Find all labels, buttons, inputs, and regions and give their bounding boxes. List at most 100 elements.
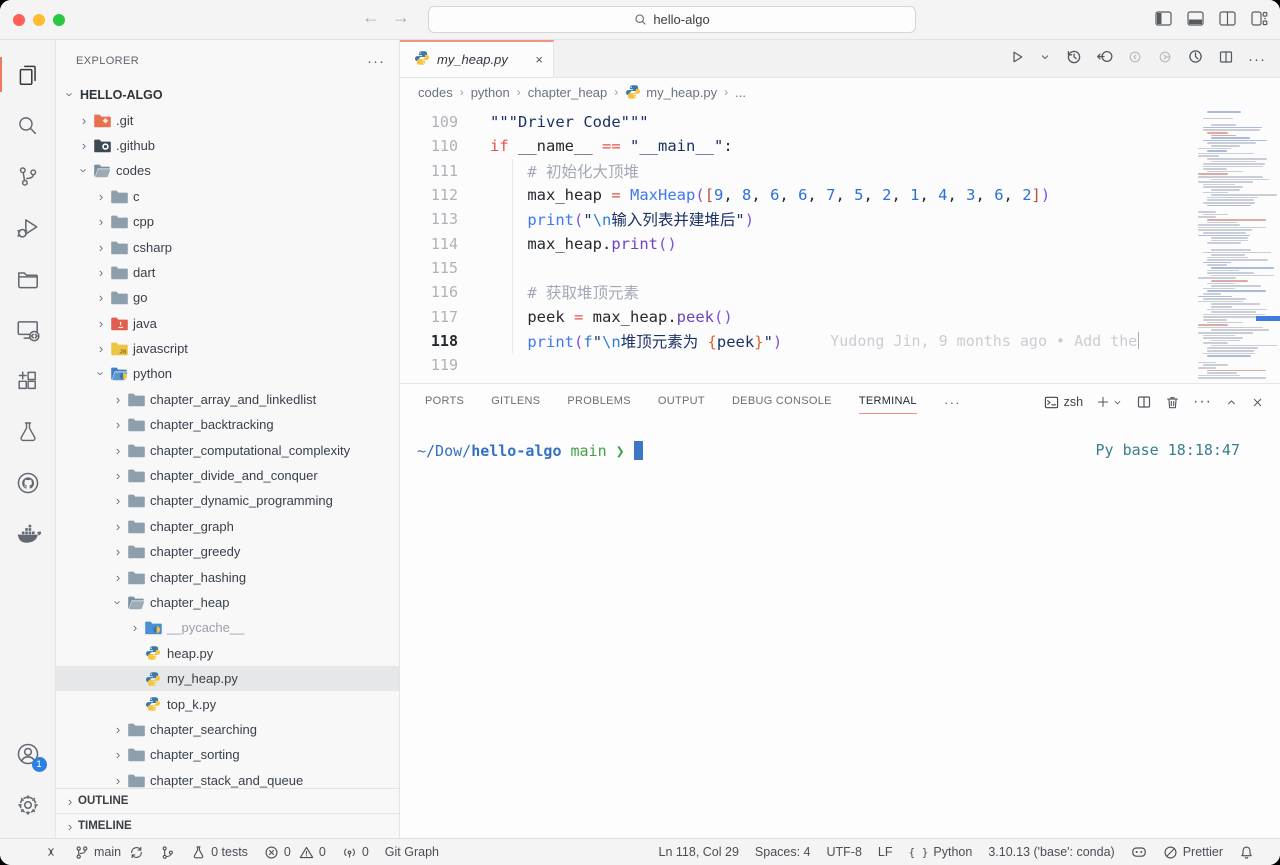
tree-item-dart[interactable]: dart [56,260,399,285]
timeline-icon[interactable] [1065,48,1082,70]
breadcrumb-item[interactable]: chapter_heap [528,85,608,100]
tree-item-javascript[interactable]: JSjavascript [56,336,399,361]
new-terminal-icon[interactable] [1096,395,1123,409]
panel-tab-problems[interactable]: PROBLEMS [567,390,631,414]
status-remote-indicator[interactable] [44,845,58,859]
activity-explorer-icon[interactable] [0,49,56,100]
breadcrumb-item[interactable]: python [471,85,510,100]
next-change-icon[interactable] [1157,49,1173,70]
tree-item-codes[interactable]: codes [56,158,399,183]
nav-forward-button[interactable]: → [392,7,410,28]
panel-tab-terminal[interactable]: TERMINAL [859,390,917,414]
tree-item-chapter-hashing[interactable]: chapter_hashing [56,564,399,589]
activity-docker-icon[interactable] [0,508,56,559]
run-dropdown-icon[interactable] [1039,50,1051,68]
status-language-mode[interactable]: { }Python [909,845,973,859]
status-encoding[interactable]: UTF-8 [827,845,862,859]
close-window-button[interactable] [13,14,25,26]
tree-item-chapter-array-and-linkedlist[interactable]: chapter_array_and_linkedlist [56,387,399,412]
activity-run-debug-icon[interactable] [0,202,56,253]
activity-extensions-icon[interactable] [0,355,56,406]
split-editor-icon[interactable] [1219,11,1236,26]
tree-item-cpp[interactable]: cpp [56,209,399,234]
tree-item-chapter-divide-and-conquer[interactable]: chapter_divide_and_conquer [56,463,399,488]
status-tests[interactable]: 0 tests [191,845,248,860]
toggle-sidebar-icon[interactable] [1155,11,1172,26]
tree-item-chapter-graph[interactable]: chapter_graph [56,514,399,539]
tree-item-java[interactable]: java [56,311,399,336]
split-terminal-icon[interactable] [1136,394,1152,410]
panel-tab-output[interactable]: OUTPUT [658,390,705,414]
status-cursor-position[interactable]: Ln 118, Col 29 [659,845,739,859]
tree-item-heap-py[interactable]: heap.py [56,641,399,666]
activity-folder-view-icon[interactable] [0,253,56,304]
zoom-window-button[interactable] [53,14,65,26]
command-center-search[interactable]: hello-algo [428,6,916,33]
status-indentation[interactable]: Spaces: 4 [755,845,811,859]
tree-item-top-k-py[interactable]: top_k.py [56,691,399,716]
panel-tab-gitlens[interactable]: GITLENS [491,390,540,414]
activity-testing-icon[interactable] [0,406,56,457]
maximize-panel-icon[interactable] [1225,396,1238,409]
tree-item-chapter-greedy[interactable]: chapter_greedy [56,539,399,564]
panel-tabs-more[interactable]: ··· [944,394,961,410]
status-git-graph-text[interactable]: Git Graph [385,845,439,859]
tree-item-csharp[interactable]: csharp [56,234,399,259]
close-tab-icon[interactable]: × [535,52,543,67]
panel-tab-ports[interactable]: PORTS [425,390,464,414]
status-prettier[interactable]: Prettier [1163,845,1223,860]
status-python-interpreter[interactable]: 3.10.13 ('base': conda) [988,845,1114,859]
status-notifications[interactable] [1239,845,1254,860]
run-button[interactable] [1009,49,1025,70]
activity-github-icon[interactable] [0,457,56,508]
activity-search-icon[interactable] [0,100,56,151]
tree-item-my-heap-py[interactable]: my_heap.py [56,666,399,691]
explorer-more-actions[interactable]: ··· [367,53,385,70]
settings-gear-icon[interactable] [0,779,56,830]
panel-more-actions[interactable]: ··· [1193,393,1212,411]
tree-item--pycache-[interactable]: __pycache__ [56,615,399,640]
gitlens-graph-icon[interactable] [1187,48,1204,70]
toggle-panel-icon[interactable] [1187,11,1204,26]
outline-section[interactable]: OUTLINE [56,788,399,813]
tree-item-chapter-backtracking[interactable]: chapter_backtracking [56,412,399,437]
tree-item-go[interactable]: go [56,285,399,310]
tree-item-python[interactable]: python [56,361,399,386]
tree-item-chapter-dynamic-programming[interactable]: chapter_dynamic_programming [56,488,399,513]
status-git-graph-icon[interactable] [160,845,175,860]
split-editor-icon[interactable] [1218,49,1234,70]
tree-item-c[interactable]: c [56,184,399,209]
accounts-icon[interactable]: 1 [0,728,56,779]
tree-item-chapter-sorting[interactable]: chapter_sorting [56,742,399,767]
breadcrumb-item[interactable]: codes [418,85,453,100]
status-problems[interactable]: 00 [264,845,326,860]
tree-item-chapter-computational-complexity[interactable]: chapter_computational_complexity [56,437,399,462]
panel-tab-debug-console[interactable]: DEBUG CONSOLE [732,390,832,414]
minimize-window-button[interactable] [33,14,45,26]
tree-root-hello-algo[interactable]: HELLO-ALGO [56,82,399,107]
timeline-section[interactable]: TIMELINE [56,813,399,838]
code-editor[interactable]: 109"""Driver Code"""110if __name__ == "_… [400,106,1280,383]
kill-terminal-icon[interactable] [1165,395,1180,410]
breadcrumb-item[interactable]: ... [735,85,746,100]
terminal[interactable]: ~/Dow/hello-algo main ❯ Py base 18:18:47 [400,420,1280,838]
customize-layout-icon[interactable] [1251,11,1268,26]
tree-item-chapter-searching[interactable]: chapter_searching [56,717,399,742]
tree-item--github[interactable]: .github [56,133,399,158]
status-eol[interactable]: LF [878,845,893,859]
compare-previous-icon[interactable] [1096,48,1113,70]
terminal-shell-select[interactable]: zsh [1044,395,1083,410]
status-git-branch[interactable]: main [74,845,144,860]
activity-remote-explorer-icon[interactable] [0,304,56,355]
tree-item--git[interactable]: .git [56,107,399,132]
status-copilot[interactable] [1131,844,1147,860]
nav-back-button[interactable]: ← [362,7,380,28]
editor-more-actions[interactable]: ··· [1248,51,1266,68]
close-panel-icon[interactable] [1251,396,1264,409]
activity-source-control-icon[interactable] [0,151,56,202]
tab-my-heap[interactable]: my_heap.py × [400,40,554,77]
previous-change-icon[interactable] [1127,49,1143,70]
status-ports[interactable]: 0 [342,845,369,860]
tree-item-chapter-stack-and-queue[interactable]: chapter_stack_and_queue [56,768,399,788]
tree-item-chapter-heap[interactable]: chapter_heap [56,590,399,615]
